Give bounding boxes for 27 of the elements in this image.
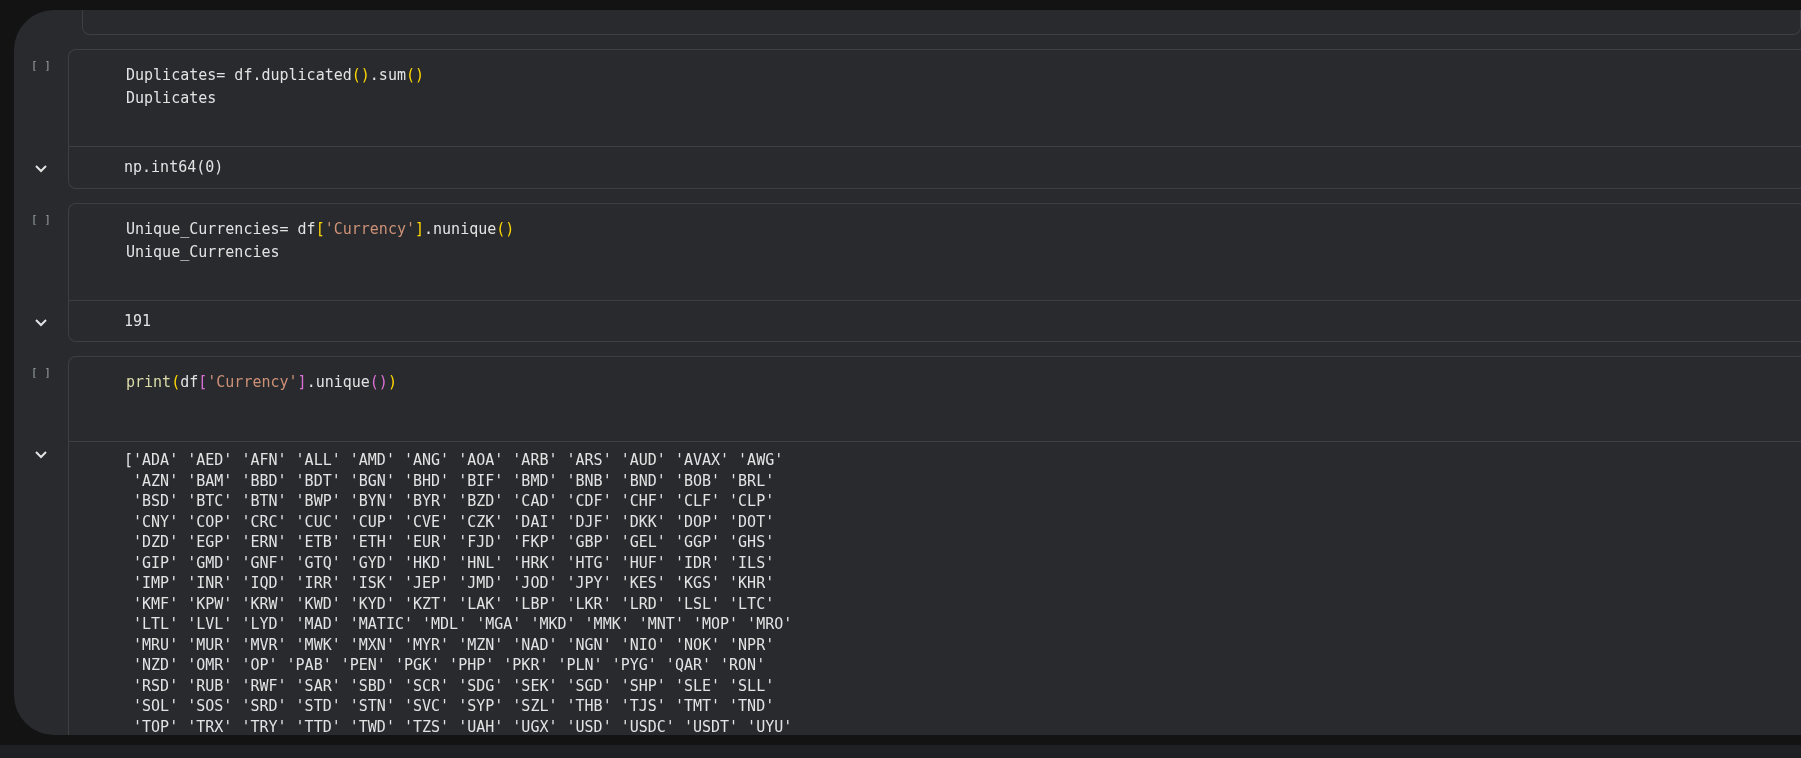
output-line: 'SOL' 'SOS' 'SRD' 'STD' 'STN' 'SVC' 'SYP' 'SZL' 'THB' 'TJS' 'TMT' 'TND' (132, 696, 776, 717)
run-cell-button[interactable]: [ ] (31, 59, 51, 72)
code-line: Unique_Currencies (126, 241, 281, 263)
output-line: 'AZN' 'BAM' 'BBD' 'BDT' 'BGN' 'BHD' 'BIF' 'BMD' 'BNB' 'BND' 'BOB' 'BRL' (132, 470, 776, 491)
run-cell-button[interactable]: [ ] (31, 366, 51, 379)
output-line: np.int64(0) (124, 157, 225, 178)
output-line: 'KMF' 'KPW' 'KRW' 'KWD' 'KYD' 'KZT' 'LAK' 'LBP' 'LKR' 'LRD' 'LSL' 'LTC' (132, 593, 776, 614)
output-line: ['ADA' 'AED' 'AFN' 'ALL' 'AMD' 'ANG' 'AOA' 'ARB' 'ARS' 'AUD' 'AVAX' 'AWG' (124, 450, 785, 471)
output-line: 'BSD' 'BTC' 'BTN' 'BWP' 'BYN' 'BYR' 'BZD' 'CAD' 'CDF' 'CHF' 'CLF' 'CLP' (132, 491, 776, 512)
output-line: 191 (124, 310, 153, 331)
output-line: 'NZD' 'OMR' 'OP' 'PAB' 'PEN' 'PGK' 'PHP' 'PKR' 'PLN' 'PYG' 'QAR' 'RON' (132, 655, 767, 676)
code-line: Duplicates= df.duplicated().sum() (126, 65, 426, 86)
output-line: 'IMP' 'INR' 'IQD' 'IRR' 'ISK' 'JEP' 'JMD' 'JOD' 'JPY' 'KES' 'KGS' 'KHR' (132, 573, 776, 594)
output-line: 'TOP' 'TRX' 'TRY' 'TTD' 'TWD' 'TZS' 'UAH' 'UGX' 'USD' 'USDC' 'USDT' 'UYU' (132, 716, 794, 735)
output-line: 'DZD' 'EGP' 'ERN' 'ETB' 'ETH' 'EUR' 'FJD' 'FKP' 'GBP' 'GEL' 'GGP' 'GHS' (132, 532, 776, 553)
code-line: print(df['Currency'].unique()) (126, 372, 398, 393)
run-cell-button[interactable]: [ ] (31, 212, 51, 226)
output-line: 'LTL' 'LVL' 'LYD' 'MAD' 'MATIC' 'MDL' 'MGA' 'MKD' 'MMK' 'MNT' 'MOP' 'MRO' (132, 614, 794, 635)
output-line: 'GIP' 'GMD' 'GNF' 'GTQ' 'GYD' 'HKD' 'HNL' 'HRK' 'HTG' 'HUF' 'IDR' 'ILS' (132, 552, 776, 573)
chevron-icon (34, 450, 48, 459)
output-line: 'MRU' 'MUR' 'MVR' 'MWK' 'MXN' 'MYR' 'MZN' 'NAD' 'NGN' 'NIO' 'NOK' 'NPR' (132, 634, 776, 655)
chevron-icon (34, 317, 48, 327)
output-line: 'RSD' 'RUB' 'RWF' 'SAR' 'SBD' 'SCR' 'SDG' 'SEK' 'SGD' 'SHP' 'SLE' 'SLL' (132, 675, 776, 696)
chevron-icon (34, 164, 48, 173)
code-line: Duplicates (126, 88, 218, 109)
output-line: 'CNY' 'COP' 'CRC' 'CUC' 'CUP' 'CVE' 'CZK' 'DAI' 'DJF' 'DKK' 'DOP' 'DOT' (132, 511, 776, 532)
code-line: Unique_Currencies= df['Currency'].nunique() (126, 218, 516, 240)
